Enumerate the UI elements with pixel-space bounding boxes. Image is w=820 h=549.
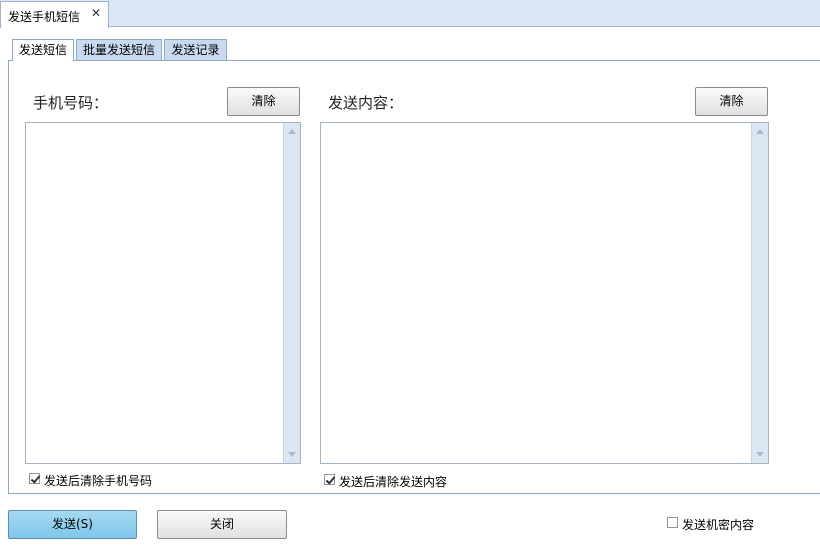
clear-content-button-label: 清除 [719,94,744,108]
close-button-label: 关闭 [209,517,234,531]
document-tab-strip [0,0,820,27]
clear-phone-after-send-checkbox[interactable] [29,473,40,484]
phone-number-label: 手机号码： [33,94,109,112]
tab-send-records-label: 发送记录 [171,43,220,57]
tab-batch-send-sms-label: 批量发送短信 [82,43,155,57]
tab-send-sms-label: 发送短信 [18,43,67,57]
phone-scrollbar[interactable] [283,123,300,463]
clear-phone-after-send-label: 发送后清除手机号码 [44,474,153,488]
send-confidential-checkbox[interactable] [667,517,678,528]
clear-content-after-send-checkbox[interactable] [324,474,335,485]
tab-send-sms[interactable]: 发送短信 [12,39,74,61]
tab-send-records[interactable]: 发送记录 [164,39,227,60]
send-content-textarea[interactable] [320,122,769,464]
close-button[interactable]: 关闭 [157,510,287,539]
clear-content-button[interactable]: 清除 [695,87,768,116]
send-confidential-label: 发送机密内容 [682,518,755,532]
close-icon[interactable]: ✕ [91,6,101,20]
content-scrollbar[interactable] [751,123,768,463]
clear-content-after-send-label: 发送后清除发送内容 [339,475,448,489]
send-content-label: 发送内容： [328,94,404,112]
document-tab-label: 发送手机短信 [8,10,81,24]
phone-number-textarea[interactable] [25,122,301,464]
send-button[interactable]: 发送(S) [8,510,137,539]
scroll-down-arrow-icon[interactable] [756,452,764,457]
scroll-down-arrow-icon[interactable] [288,452,296,457]
tab-batch-send-sms[interactable]: 批量发送短信 [76,39,162,60]
clear-phone-button[interactable]: 清除 [227,87,300,116]
clear-phone-button-label: 清除 [251,94,276,108]
scroll-up-arrow-icon[interactable] [756,129,764,134]
send-button-label: 发送(S) [52,517,93,531]
document-tab[interactable]: 发送手机短信 ✕ [0,1,109,28]
scroll-up-arrow-icon[interactable] [288,129,296,134]
